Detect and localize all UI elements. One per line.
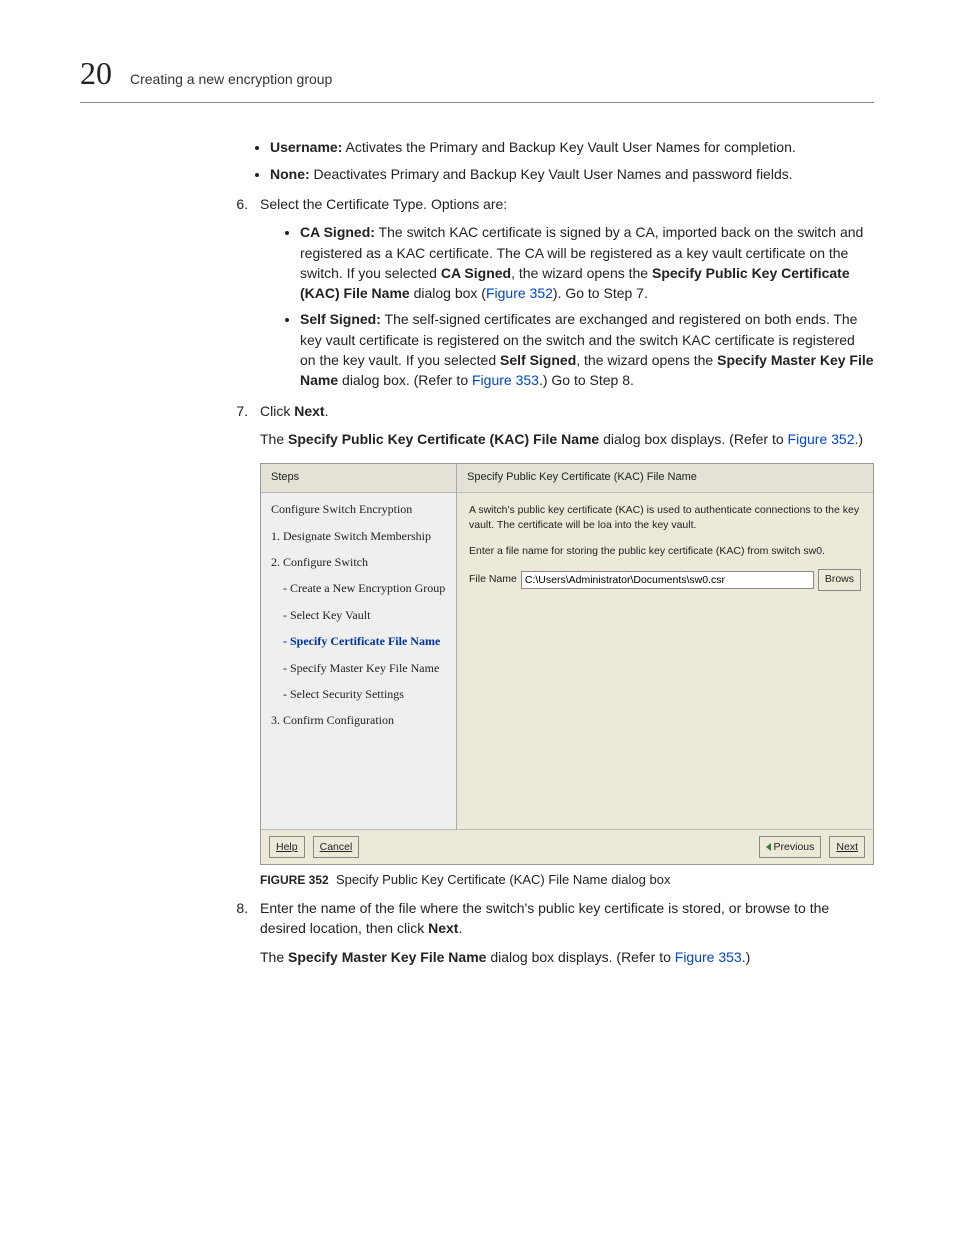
bullet-label: CA Signed:	[300, 224, 375, 240]
substep-item: - Specify Master Key File Name	[271, 660, 446, 677]
panel-desc: A switch's public key certificate (KAC) …	[469, 503, 861, 533]
figure-link[interactable]: Figure 352	[788, 431, 855, 447]
figure-caption: FIGURE 352 Specify Public Key Certificat…	[260, 871, 874, 890]
bullet-label: Self Signed:	[300, 311, 381, 327]
figure-text: Specify Public Key Certificate (KAC) Fil…	[336, 872, 671, 887]
bullet-text: Deactivates Primary and Backup Key Vault…	[310, 166, 793, 182]
file-name-label: File Name	[469, 572, 517, 587]
figure-link[interactable]: Figure 353	[472, 372, 539, 388]
page-header: 20 Creating a new encryption group	[80, 50, 874, 103]
page-content: Username: Activates the Primary and Back…	[230, 137, 874, 967]
step-7: Click Next. The Specify Public Key Certi…	[252, 401, 874, 890]
arrow-left-icon	[766, 843, 771, 851]
substep-item-current: - Specify Certificate File Name	[271, 633, 446, 650]
intro-bullet-list: Username: Activates the Primary and Back…	[230, 137, 874, 184]
wizard-content-panel: Specify Public Key Certificate (KAC) Fil…	[457, 464, 873, 829]
steps-header: Steps	[261, 464, 456, 493]
panel-instruction: Enter a file name for storing the public…	[469, 544, 861, 559]
wizard-dialog: Steps Configure Switch Encryption 1. Des…	[260, 463, 874, 865]
step-item: 3. Confirm Configuration	[271, 712, 446, 729]
step7-body: The Specify Public Key Certificate (KAC)…	[260, 429, 874, 449]
steps-list: Configure Switch Encryption 1. Designate…	[261, 493, 456, 829]
list-item: None: Deactivates Primary and Backup Key…	[270, 164, 874, 184]
next-button[interactable]: Next	[829, 836, 865, 858]
step6-bullets: CA Signed: The switch KAC certificate is…	[260, 222, 874, 390]
list-item: Username: Activates the Primary and Back…	[270, 137, 874, 157]
file-name-row: File Name Brows	[469, 569, 861, 591]
chapter-title: Creating a new encryption group	[130, 69, 332, 89]
file-name-input[interactable]	[521, 571, 814, 589]
help-button[interactable]: Help	[269, 836, 305, 858]
substep-item: - Select Key Vault	[271, 607, 446, 624]
panel-header: Specify Public Key Certificate (KAC) Fil…	[457, 464, 873, 493]
cancel-button[interactable]: Cancel	[313, 836, 360, 858]
step-item: 2. Configure Switch	[271, 554, 446, 571]
chapter-number: 20	[80, 50, 112, 96]
step-intro: Select the Certificate Type. Options are…	[260, 196, 507, 212]
figure-label: FIGURE 352	[260, 873, 329, 887]
bullet-label: None:	[270, 166, 310, 182]
bullet-label: Username:	[270, 139, 342, 155]
wizard-steps-panel: Steps Configure Switch Encryption 1. Des…	[261, 464, 457, 829]
step-item: 1. Designate Switch Membership	[271, 528, 446, 545]
step-6: Select the Certificate Type. Options are…	[252, 194, 874, 391]
step-8: Enter the name of the file where the swi…	[252, 898, 874, 967]
list-item: CA Signed: The switch KAC certificate is…	[300, 222, 874, 303]
numbered-steps: Select the Certificate Type. Options are…	[230, 194, 874, 967]
figure-352: Steps Configure Switch Encryption 1. Des…	[260, 463, 874, 890]
list-item: Self Signed: The self-signed certificate…	[300, 309, 874, 390]
substep-item: - Create a New Encryption Group	[271, 580, 446, 597]
step8-body: The Specify Master Key File Name dialog …	[260, 947, 874, 967]
browse-button[interactable]: Brows	[818, 569, 861, 591]
figure-link[interactable]: Figure 352	[486, 285, 553, 301]
dialog-footer: Help Cancel Previous Next	[261, 829, 873, 864]
figure-link[interactable]: Figure 353	[675, 949, 742, 965]
previous-button[interactable]: Previous	[759, 836, 822, 858]
substep-item: - Select Security Settings	[271, 686, 446, 703]
bullet-text: Activates the Primary and Backup Key Vau…	[342, 139, 795, 155]
steps-title: Configure Switch Encryption	[271, 501, 446, 518]
